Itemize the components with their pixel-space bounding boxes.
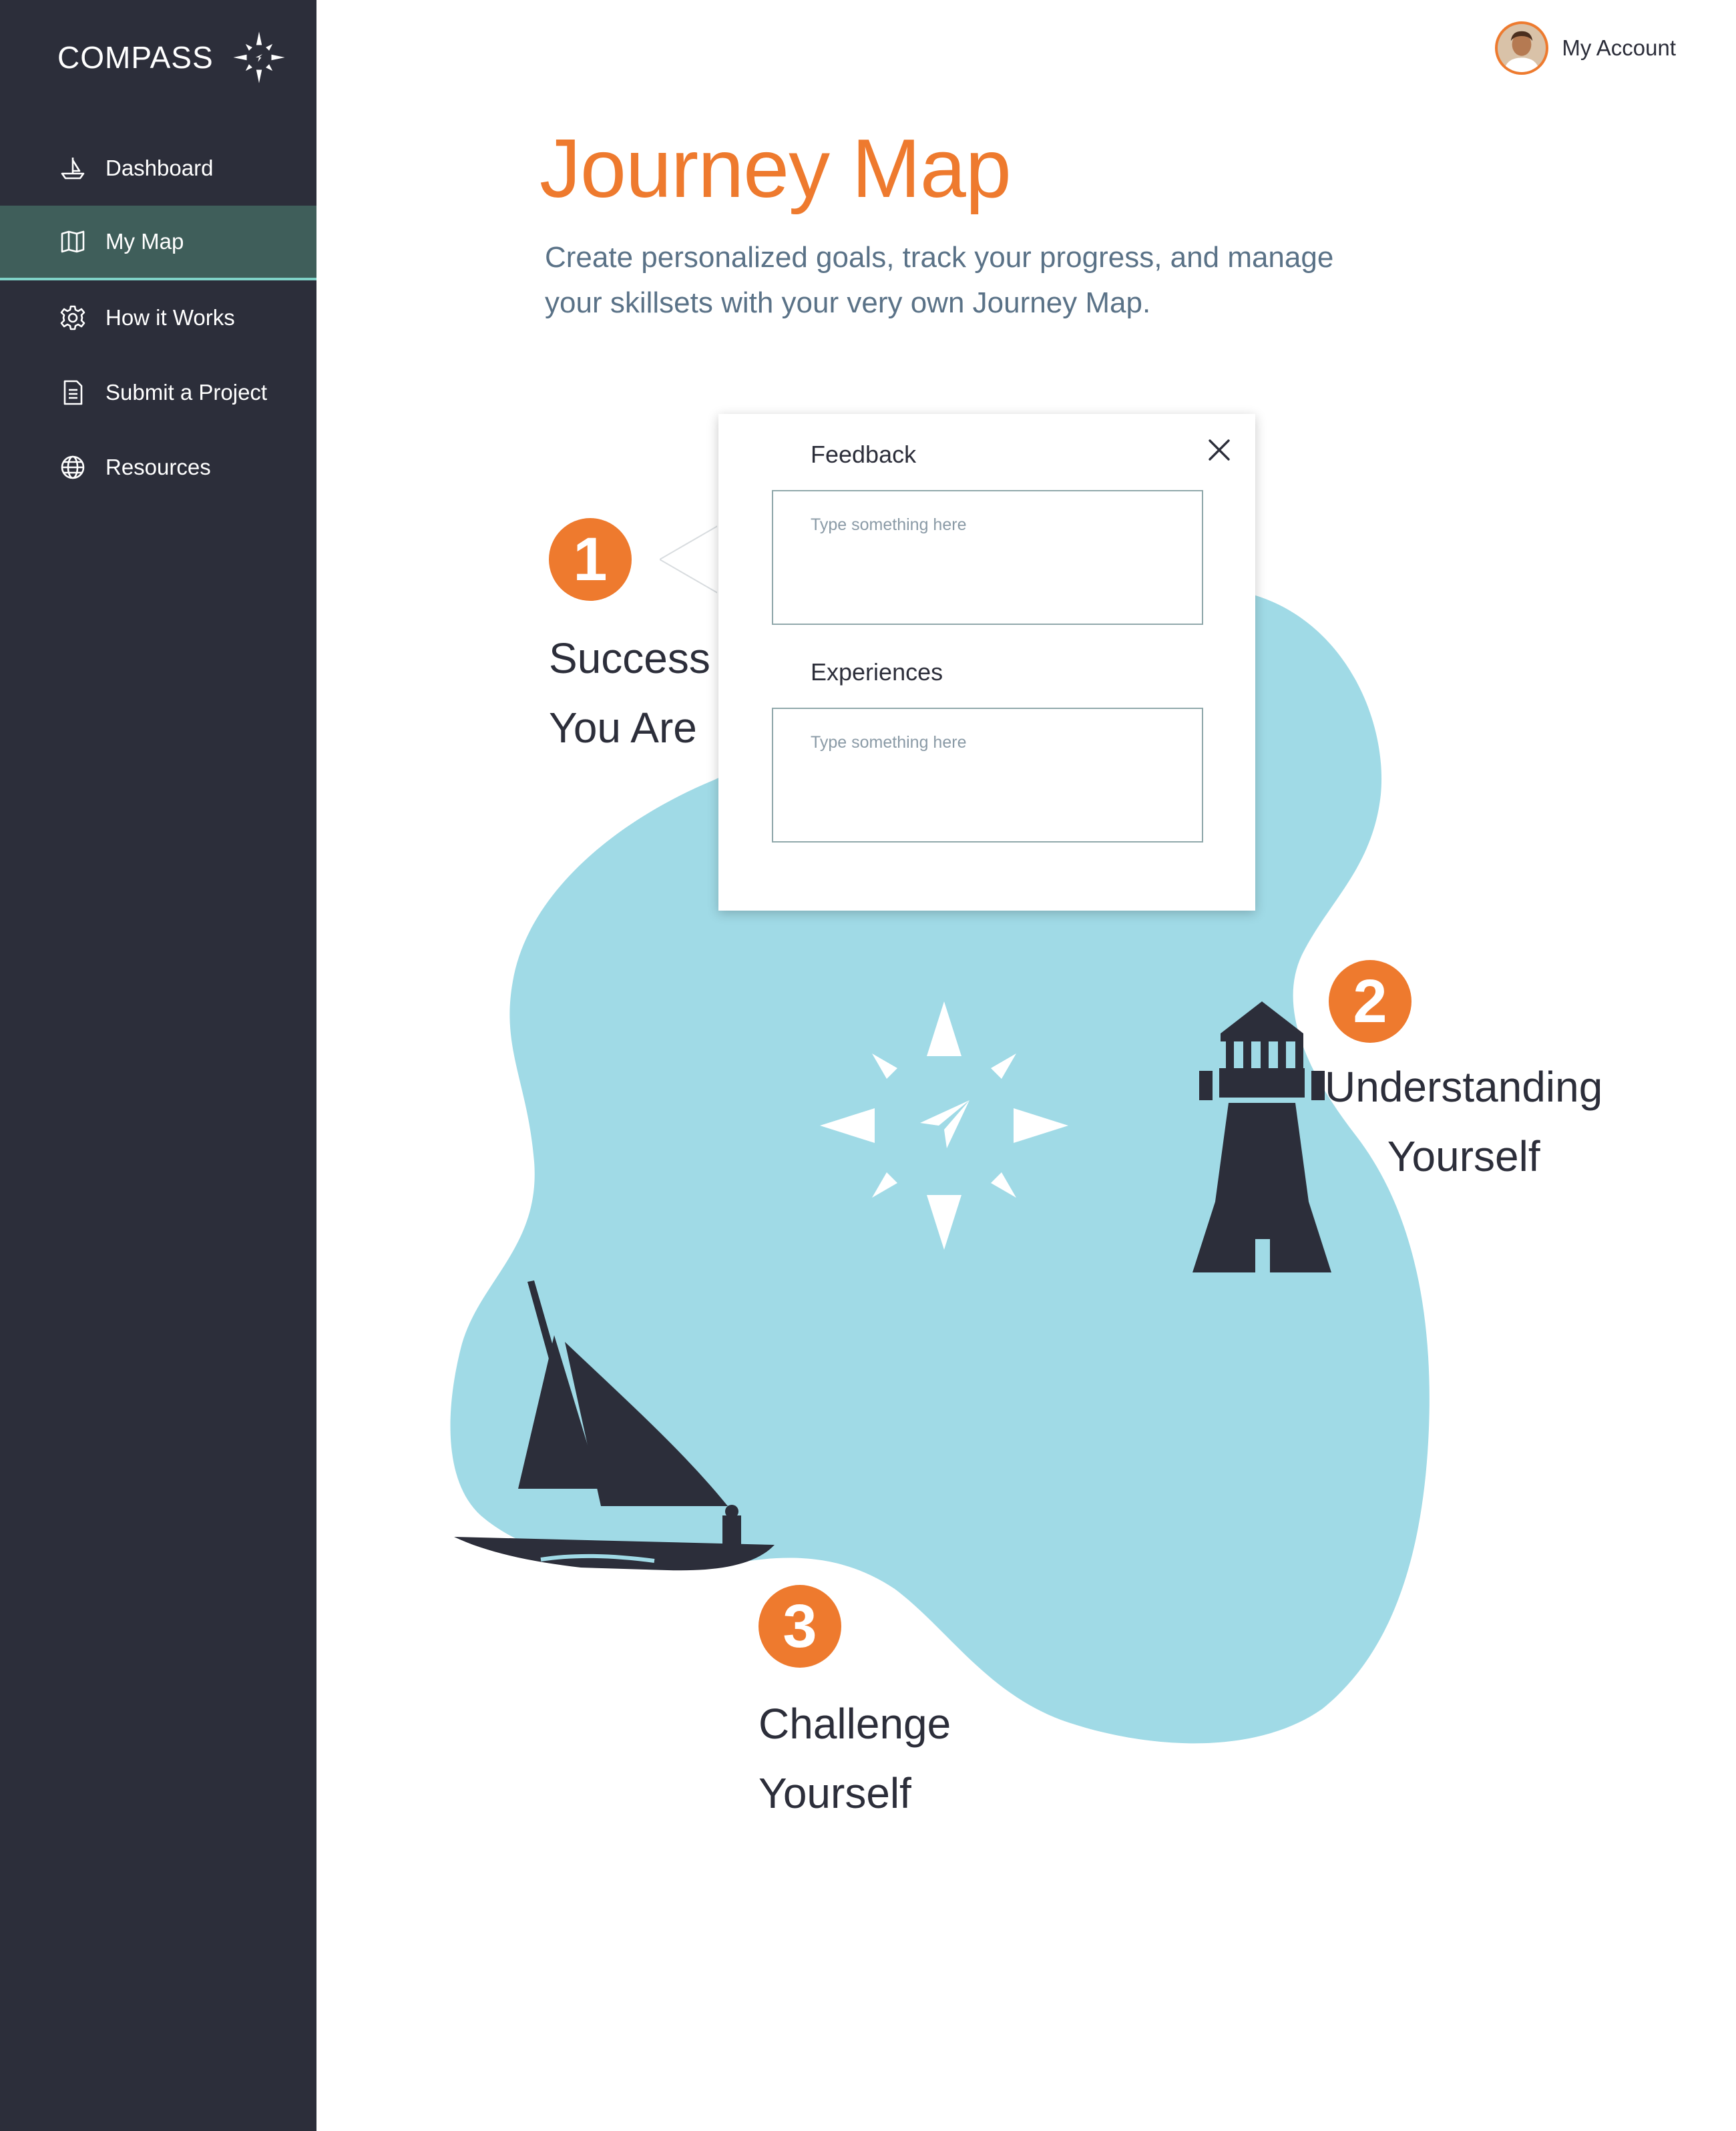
close-button[interactable] xyxy=(1201,431,1238,469)
feedback-label: Feedback xyxy=(811,441,917,468)
step-2-label[interactable]: Understanding Yourself xyxy=(1325,1052,1602,1191)
popup-pointer xyxy=(660,525,720,594)
step-3-label-line-2: Yourself xyxy=(758,1769,911,1817)
step-2-badge[interactable]: 2 xyxy=(1329,960,1412,1043)
step-3-label-line-1: Challenge xyxy=(758,1700,951,1748)
close-icon xyxy=(1209,439,1230,461)
experiences-input[interactable] xyxy=(772,708,1203,843)
step-1-badge[interactable]: 1 xyxy=(549,518,632,601)
feedback-popup: Feedback Experiences xyxy=(718,414,1255,911)
step-2-label-line-1: Understanding xyxy=(1325,1063,1603,1111)
experiences-label: Experiences xyxy=(811,658,943,686)
step-3-label[interactable]: Challenge Yourself xyxy=(758,1689,951,1828)
step-2-label-line-2: Yourself xyxy=(1387,1132,1540,1180)
step-3-badge[interactable]: 3 xyxy=(758,1585,841,1668)
feedback-input[interactable] xyxy=(772,490,1203,625)
